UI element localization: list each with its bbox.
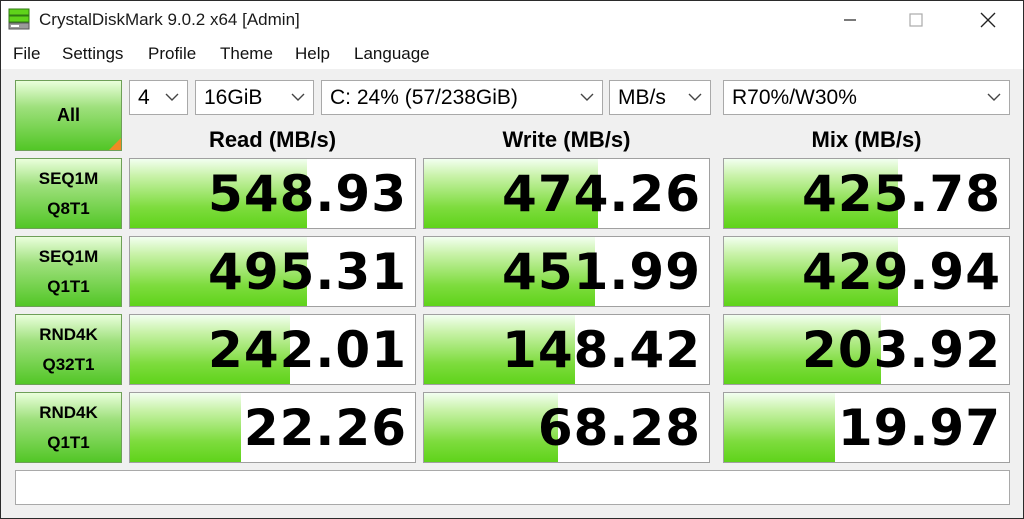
benchmark-panel: All 4 16GiB C: 24% (57/238GiB) MB/s R70%… xyxy=(1,69,1023,518)
result-cell-write: 68.28 xyxy=(423,392,710,463)
menu-settings[interactable]: Settings xyxy=(62,44,123,64)
menu-file[interactable]: File xyxy=(13,44,40,64)
result-cell-read: 242.01 xyxy=(129,314,416,385)
minimize-button[interactable] xyxy=(821,1,879,39)
size-value: 16GiB xyxy=(204,86,263,109)
corner-marker xyxy=(109,138,121,150)
run-all-label: All xyxy=(56,105,80,125)
test-button-seq1m-q8t1[interactable]: SEQ1M Q8T1 xyxy=(15,158,122,229)
result-bar xyxy=(130,393,242,462)
result-value: 548.93 xyxy=(208,164,407,223)
chevron-down-icon xyxy=(291,93,305,101)
count-select[interactable]: 4 xyxy=(129,80,188,115)
result-value: 495.31 xyxy=(208,242,407,301)
count-value: 4 xyxy=(138,86,150,109)
menu-theme[interactable]: Theme xyxy=(220,44,273,64)
mix-select[interactable]: R70%/W30% xyxy=(723,80,1010,115)
chevron-down-icon xyxy=(987,93,1001,101)
result-value: 19.97 xyxy=(837,398,1001,457)
result-cell-write: 148.42 xyxy=(423,314,710,385)
result-cell-read: 495.31 xyxy=(129,236,416,307)
chevron-down-icon xyxy=(688,93,702,101)
size-select[interactable]: 16GiB xyxy=(195,80,314,115)
drive-value: C: 24% (57/238GiB) xyxy=(330,86,518,109)
chevron-down-icon xyxy=(580,93,594,101)
disk-app-icon xyxy=(8,8,30,30)
result-value: 22.26 xyxy=(243,398,407,457)
title-bar[interactable]: CrystalDiskMark 9.0.2 x64 [Admin] xyxy=(1,1,1023,39)
row-label-line1: SEQ1M xyxy=(38,246,99,266)
comment-field[interactable] xyxy=(15,470,1010,505)
chevron-down-icon xyxy=(165,93,179,101)
window-title: CrystalDiskMark 9.0.2 x64 [Admin] xyxy=(39,10,300,29)
result-cell-read: 22.26 xyxy=(129,392,416,463)
result-cell-read: 548.93 xyxy=(129,158,416,229)
result-value: 148.42 xyxy=(502,320,701,379)
drive-select[interactable]: C: 24% (57/238GiB) xyxy=(321,80,603,115)
row-label-line2: Q1T1 xyxy=(47,276,90,296)
result-value: 68.28 xyxy=(537,398,701,457)
close-icon xyxy=(980,12,996,28)
result-bar xyxy=(724,393,836,462)
menu-help[interactable]: Help xyxy=(295,44,330,64)
result-value: 203.92 xyxy=(802,320,1001,379)
row-label-line1: RND4K xyxy=(39,402,98,422)
result-value: 429.94 xyxy=(802,242,1001,301)
row-label-line2: Q32T1 xyxy=(42,354,95,374)
read-column-header: Read (MB/s) xyxy=(208,127,337,152)
result-value: 425.78 xyxy=(802,164,1001,223)
test-button-seq1m-q1t1[interactable]: SEQ1M Q1T1 xyxy=(15,236,122,307)
maximize-icon xyxy=(909,13,923,27)
menu-language[interactable]: Language xyxy=(354,44,430,64)
write-column-header: Write (MB/s) xyxy=(502,127,631,152)
row-label-line1: RND4K xyxy=(39,324,98,344)
mix-column-header: Mix (MB/s) xyxy=(811,127,922,152)
test-button-rnd4k-q32t1[interactable]: RND4K Q32T1 xyxy=(15,314,122,385)
result-cell-write: 451.99 xyxy=(423,236,710,307)
result-cell-mix: 429.94 xyxy=(723,236,1010,307)
menu-bar: File Settings Profile Theme Help Languag… xyxy=(1,39,1023,69)
row-label-line2: Q1T1 xyxy=(47,432,90,452)
result-cell-mix: 425.78 xyxy=(723,158,1010,229)
result-cell-mix: 19.97 xyxy=(723,392,1010,463)
result-value: 474.26 xyxy=(502,164,701,223)
menu-profile[interactable]: Profile xyxy=(148,44,196,64)
result-value: 242.01 xyxy=(208,320,407,379)
row-label-line1: SEQ1M xyxy=(38,168,99,188)
run-all-button[interactable]: All xyxy=(15,80,122,151)
app-window: CrystalDiskMark 9.0.2 x64 [Admin] File S… xyxy=(0,0,1024,519)
minimize-icon xyxy=(844,19,856,21)
mix-value: R70%/W30% xyxy=(732,86,857,109)
unit-select[interactable]: MB/s xyxy=(609,80,711,115)
row-label-line2: Q8T1 xyxy=(47,198,90,218)
close-button[interactable] xyxy=(959,1,1017,39)
result-cell-mix: 203.92 xyxy=(723,314,1010,385)
unit-value: MB/s xyxy=(618,86,666,109)
maximize-button[interactable] xyxy=(887,1,945,39)
test-button-rnd4k-q1t1[interactable]: RND4K Q1T1 xyxy=(15,392,122,463)
result-cell-write: 474.26 xyxy=(423,158,710,229)
result-value: 451.99 xyxy=(502,242,701,301)
